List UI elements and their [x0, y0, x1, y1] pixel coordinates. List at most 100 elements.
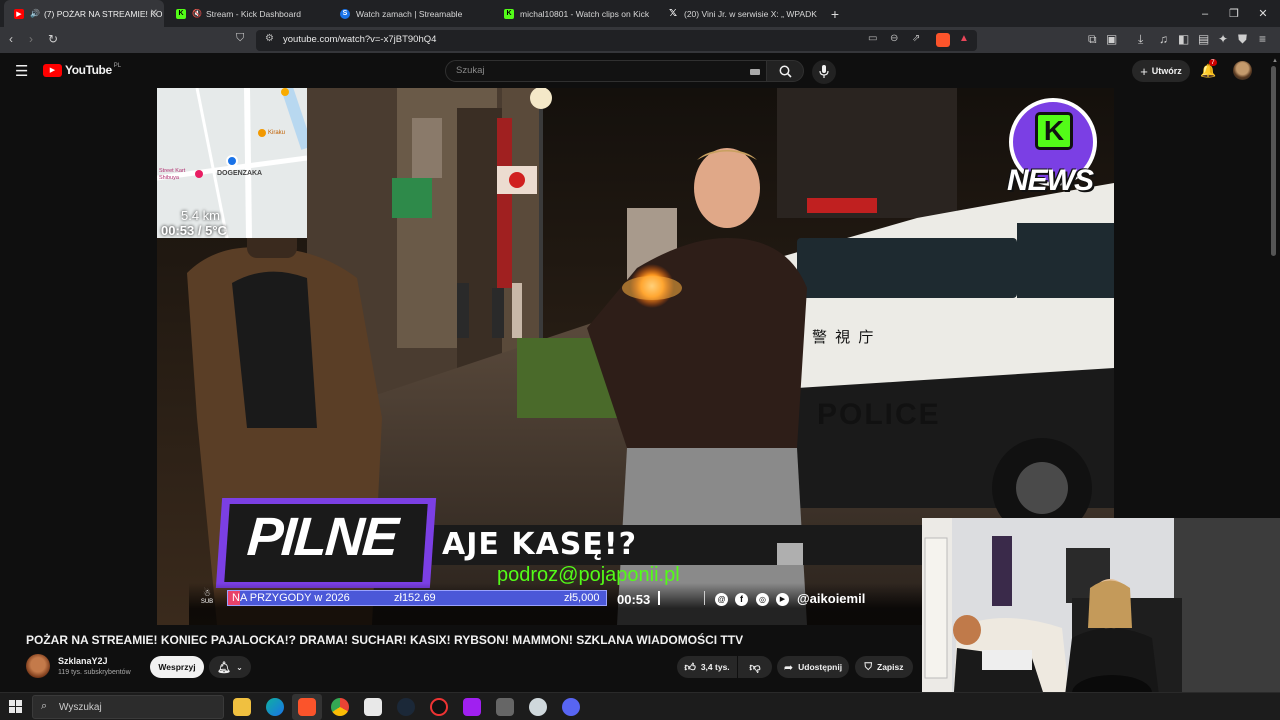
tab-x[interactable]: 𝕏 (20) Vini Jr. w serwisie X: „ WPADK — [658, 0, 822, 27]
speaker-icon[interactable]: 🔊 — [30, 9, 40, 18]
create-button[interactable]: + Utwórz — [1132, 60, 1190, 82]
chrome-icon[interactable] — [331, 698, 349, 716]
like-button[interactable]: 👍︎ 3,4 tys. — [677, 656, 737, 678]
download-icon[interactable]: ⤓ — [1138, 32, 1143, 47]
police-kanji: 警 視 庁 — [812, 329, 876, 346]
scroll-up-icon[interactable]: ▲ — [1272, 58, 1278, 64]
goal-current: zł152.69 — [394, 592, 436, 604]
save-icon: ⛉ — [864, 661, 873, 673]
support-label: Wesprzyj — [158, 662, 196, 672]
windows-start-icon[interactable] — [9, 700, 22, 713]
brave-rewards-icon[interactable]: ▲ — [959, 33, 969, 44]
edge-icon[interactable] — [266, 698, 284, 716]
sidebar-icon[interactable]: ◧ — [1178, 32, 1189, 46]
save-button[interactable]: ⛉ Zapisz — [855, 656, 913, 678]
subscribed-button[interactable]: 🔔︎ ⌄ — [209, 656, 251, 678]
hamburger-menu-icon[interactable]: ☰ — [15, 62, 28, 80]
chevron-down-icon: ⌄ — [236, 662, 243, 672]
youtube-logo[interactable]: ▶ YouTube PL — [43, 63, 121, 77]
app-icon[interactable] — [529, 698, 547, 716]
notification-badge: 7 — [1209, 59, 1217, 66]
windows-taskbar: ⌕ Wyszukaj — [0, 692, 1280, 720]
bookmark-icon[interactable]: ⛉ — [236, 32, 244, 45]
app-icon[interactable] — [496, 698, 514, 716]
sub-label: SUB — [200, 599, 214, 605]
support-button[interactable]: Wesprzyj — [150, 656, 204, 678]
browser-toolbar: ‹ › ↻ ⛉ ⚙ youtube.com/watch?v=-x7jBT90hQ… — [0, 27, 1280, 53]
x-favicon-icon: 𝕏 — [668, 8, 678, 19]
brave-shields-icon[interactable] — [936, 33, 950, 47]
reload-icon[interactable]: ↻ — [48, 32, 58, 46]
tab-streamable[interactable]: S Watch zamach | Streamable — [330, 0, 494, 27]
share-icon[interactable]: ⇗ — [912, 33, 920, 44]
timer-divider — [658, 591, 660, 605]
vpn-icon[interactable]: ⛊ — [1238, 32, 1247, 47]
muted-icon[interactable]: 🔇 — [192, 9, 202, 18]
tab-title: (20) Vini Jr. w serwisie X: „ WPADK — [684, 8, 817, 19]
tab-youtube[interactable]: ▶ 🔊 (7) POŻAR NA STREAMIE! KO ✕ — [4, 0, 164, 27]
tab-kick-clips[interactable]: K michal10801 - Watch clips on Kick — [494, 0, 658, 27]
plus-icon: + — [1140, 63, 1148, 79]
youtube-play-icon: ▶ — [43, 63, 62, 77]
share-label: Udostępnij — [798, 662, 843, 672]
close-window-button[interactable]: ✕ — [1248, 0, 1278, 27]
app-icon[interactable] — [364, 698, 382, 716]
app-icon[interactable] — [463, 698, 481, 716]
share-button[interactable]: ➦ Udostępnij — [777, 656, 849, 678]
page-scrollbar[interactable] — [1271, 66, 1276, 256]
forward-icon[interactable]: › — [29, 32, 33, 46]
back-icon[interactable]: ‹ — [9, 32, 13, 46]
channel-name[interactable]: SzklanaY2J — [58, 656, 108, 666]
browser-tab-strip: ▶ 🔊 (7) POŻAR NA STREAMIE! KO ✕ K 🔇 Stre… — [0, 0, 1280, 27]
tab-title: Watch zamach | Streamable — [356, 8, 463, 19]
map-label: Street Kart Shibuya — [159, 168, 186, 181]
qr-icon — [777, 543, 803, 565]
zoom-icon[interactable]: ⊖ — [890, 33, 898, 44]
notifications-button[interactable]: 🔔 7 — [1200, 59, 1218, 80]
tab-search-icon[interactable]: ▣ — [1106, 32, 1117, 46]
subscriber-count: 119 tys. subskrybentów — [58, 669, 131, 676]
taskbar-search[interactable]: ⌕ Wyszukaj — [32, 695, 224, 719]
extensions-icon[interactable]: ⧉ — [1088, 32, 1097, 47]
wallet-icon[interactable]: ▤ — [1198, 32, 1209, 46]
url-text[interactable]: youtube.com/watch?v=-x7jBT90hQ4 — [283, 34, 436, 45]
brave-icon[interactable] — [298, 698, 316, 716]
menu-icon[interactable]: ≡ — [1259, 32, 1266, 46]
kick-favicon-icon: K — [176, 8, 186, 19]
youtube-social-icon: ▶ — [776, 593, 789, 606]
tab-kick-dashboard[interactable]: K 🔇 Stream - Kick Dashboard — [166, 0, 330, 27]
maximize-button[interactable]: ❐ — [1219, 0, 1249, 27]
voice-search-button[interactable] — [812, 60, 836, 84]
site-info-icon[interactable]: ⚙ — [265, 33, 274, 44]
media-icon[interactable]: ♫ — [1159, 32, 1168, 46]
new-tab-button[interactable]: + — [820, 0, 850, 27]
news-badge-text: NEWS — [1007, 164, 1094, 197]
search-input[interactable]: Szukaj — [445, 60, 767, 82]
tab-title: michal10801 - Watch clips on Kick — [520, 8, 650, 19]
kick-logo-icon: K — [1035, 112, 1073, 150]
search-button[interactable] — [766, 60, 804, 82]
stream-timer: 00:53 — [617, 592, 651, 607]
keyboard-icon[interactable] — [750, 69, 760, 75]
account-avatar[interactable] — [1233, 61, 1252, 80]
youtube-favicon-icon: ▶ — [14, 8, 24, 19]
search-placeholder: Szukaj — [456, 65, 485, 76]
leo-icon[interactable]: ✦ — [1218, 32, 1228, 46]
create-label: Utwórz — [1151, 66, 1182, 76]
file-explorer-icon[interactable] — [233, 698, 251, 716]
region-code: PL — [113, 63, 122, 69]
microphone-icon — [819, 65, 829, 78]
channel-avatar[interactable] — [26, 654, 50, 678]
cast-icon[interactable]: ▭ — [868, 33, 877, 44]
tab-title: (7) POŻAR NA STREAMIE! KO — [43, 8, 163, 19]
discord-icon[interactable] — [562, 698, 580, 716]
steam-icon[interactable] — [397, 698, 415, 716]
obs-icon[interactable] — [430, 698, 448, 716]
dislike-button[interactable]: 👎︎ — [738, 656, 772, 678]
share-arrow-icon: ➦ — [783, 661, 794, 674]
minimize-button[interactable]: – — [1190, 0, 1220, 27]
close-tab-icon[interactable]: ✕ — [150, 8, 158, 19]
streamable-favicon-icon: S — [340, 8, 350, 19]
address-bar[interactable]: ⚙ youtube.com/watch?v=-x7jBT90hQ4 ▭ ⊖ ⇗ … — [256, 30, 977, 51]
police-text: POLICE — [817, 398, 941, 431]
